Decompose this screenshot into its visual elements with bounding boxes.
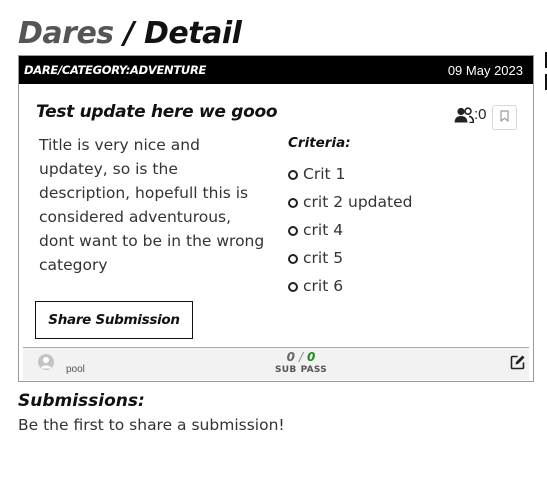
participants-number: :0: [474, 106, 487, 123]
pass-count: 0: [307, 350, 316, 364]
circle-bullet-icon: [288, 254, 298, 264]
circle-bullet-icon: [288, 170, 298, 180]
title-separator: /: [123, 16, 135, 51]
criteria-list: Crit 1 crit 2 updated crit 4 crit 5 crit…: [287, 160, 412, 300]
user-avatar-icon[interactable]: [38, 354, 54, 370]
title-primary[interactable]: Dares: [18, 16, 114, 51]
circle-bullet-icon: [288, 226, 298, 236]
circle-bullet-icon: [288, 198, 298, 208]
card-footer: pool 0/0 SUB PASS: [23, 347, 529, 380]
participants-count: :0: [454, 106, 487, 123]
criteria-item: Crit 1: [287, 160, 412, 188]
circle-bullet-icon: [288, 282, 298, 292]
criteria-item: crit 2 updated: [287, 188, 412, 216]
criteria-text: crit 4: [303, 221, 344, 239]
criteria-text: crit 6: [303, 277, 344, 295]
criteria-text: crit 5: [303, 249, 344, 267]
edit-button[interactable]: [509, 355, 527, 373]
sub-count: 0: [286, 350, 295, 364]
criteria-item: crit 5: [287, 244, 412, 272]
dare-card: DARE/CATEGORY:ADVENTURE 09 May 2023 Test…: [18, 55, 534, 382]
bookmark-button[interactable]: [492, 105, 517, 130]
criteria-text: Crit 1: [303, 165, 346, 183]
card-header: DARE/CATEGORY:ADVENTURE 09 May 2023: [19, 56, 533, 84]
criteria-item: crit 4: [287, 216, 412, 244]
sub-label: SUB: [275, 365, 297, 375]
title-secondary: Detail: [144, 16, 242, 51]
pass-label: PASS: [300, 365, 328, 375]
criteria-item: crit 6: [287, 272, 412, 300]
criteria-heading: Criteria:: [288, 135, 351, 151]
criteria-text: crit 2 updated: [303, 193, 413, 211]
dare-detail-page: Dares / Detail DARE/CATEGORY:ADVENTURE 0…: [0, 0, 547, 483]
submission-counts: 0/0 SUB PASS: [273, 350, 329, 375]
username[interactable]: pool: [66, 364, 85, 375]
count-separator: /: [298, 350, 304, 364]
bookmark-icon: [500, 109, 509, 127]
submissions-heading: Submissions:: [18, 391, 145, 411]
dare-date: 09 May 2023: [447, 62, 523, 78]
submissions-empty-message: Be the first to share a submission!: [18, 416, 285, 434]
page-title: Dares / Detail: [18, 14, 242, 54]
dare-title: Test update here we gooo: [36, 102, 278, 122]
users-icon: [454, 106, 474, 123]
dare-category: DARE/CATEGORY:ADVENTURE: [24, 63, 207, 77]
edit-icon: [510, 354, 526, 375]
share-submission-button[interactable]: Share Submission: [35, 301, 193, 339]
dare-description: Title is very nice and updatey, so is th…: [39, 136, 265, 274]
